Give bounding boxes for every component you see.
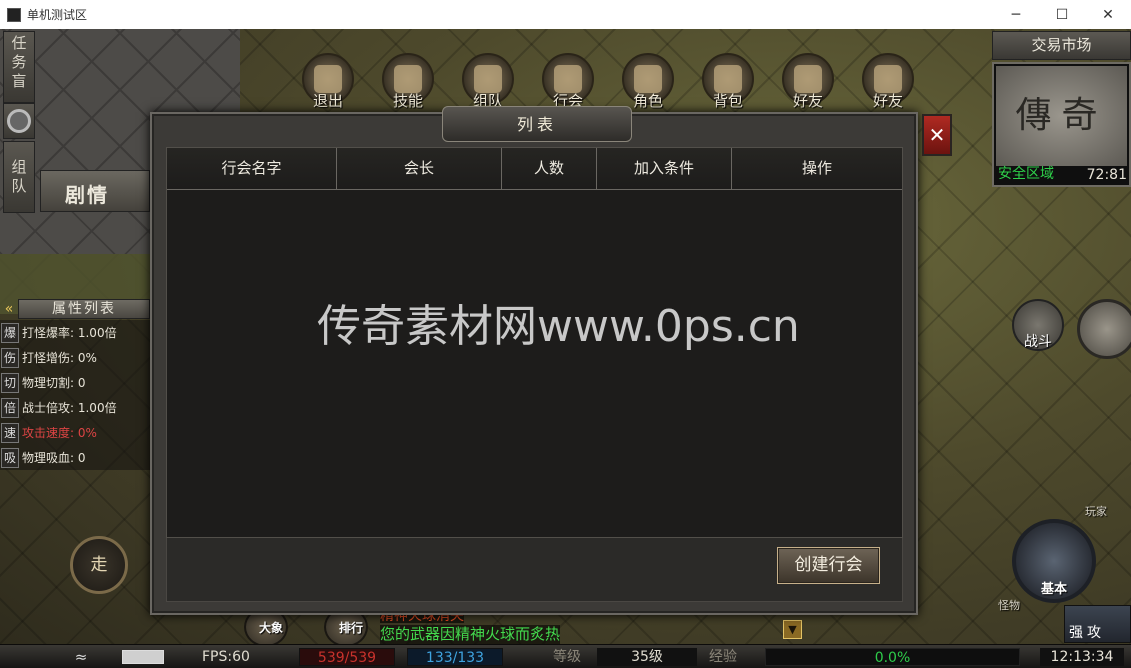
watermark: 传奇素材网www.0ps.cn [317,301,800,352]
attribute-row: 伤 打怪增伤: 0% [0,345,150,370]
menu-label-bag: 背包 [712,92,743,110]
walk-button[interactable]: 走 [70,536,128,594]
gear-icon [7,109,31,133]
wifi-icon: ≈ [74,648,88,666]
create-guild-button[interactable]: 创建行会 [777,547,880,584]
chat-toggle-button[interactable]: ▼ [783,620,802,639]
team-tab-label: 组队 [11,158,27,195]
attribute-row: 切 物理切割: 0 [0,370,150,395]
chat-line-info: 您的武器因精神火球而炙热 [380,625,561,644]
attribute-text: 物理切割: 0 [22,376,86,390]
basic-attack-label: 基本 [1040,582,1067,597]
mp-bar: 133/133 [407,648,503,666]
exp-bar: 0.0% [765,648,1020,666]
attribute-row: 爆 打怪爆率: 1.00倍 [0,320,150,345]
attribute-key: 吸 [1,447,19,468]
attribute-row: 倍 战士倍攻: 1.00倍 [0,395,150,420]
column-action: 操作 [801,159,832,177]
maximize-button[interactable]: ☐ [1039,0,1085,29]
attribute-text: 打怪增伤: 0% [22,351,97,365]
fight-mode-label: 战斗 [1024,334,1052,350]
task-tab[interactable]: 任务盲 [3,31,35,103]
story-button[interactable]: 剧情 [40,170,150,212]
attribute-text: 攻击速度: 0% [22,426,97,440]
menu-label-skill: 技能 [392,92,423,110]
target-player-label[interactable]: 玩家 [1085,503,1107,519]
attribute-key: 速 [1,422,19,443]
dialog-footer: 创建行会 [166,538,903,602]
dialog-close-button[interactable]: ✕ [922,114,952,156]
window-controls: ─ ☐ ✕ [993,0,1131,29]
column-join-condition: 加入条件 [597,148,732,189]
skill-slot-2-label: 排行 [339,621,364,635]
target-monster-label[interactable]: 怪物 [998,597,1020,613]
minimize-button[interactable]: ─ [993,0,1039,29]
zone-label: 安全区域 [998,166,1054,182]
attribute-text: 物理吸血: 0 [22,451,86,465]
skill-slot-1-label: 大象 [259,621,284,635]
collapse-arrow-icon[interactable]: « [0,301,18,317]
minimap[interactable]: 傳奇 安全区域 72:81 [992,62,1131,187]
app-icon [7,7,21,22]
team-tab[interactable]: 组队 [3,141,35,213]
attribute-row: 速 攻击速度: 0% [0,420,150,445]
column-guild-name: 行会名字 [167,148,337,189]
fps-readout: FPS:60 [202,649,250,665]
task-tab-label: 任务盲 [11,34,27,90]
window-close-button[interactable]: ✕ [1085,0,1131,29]
attribute-key: 爆 [1,322,19,343]
market-button[interactable]: 交易市场 [992,31,1131,60]
dpad-icon[interactable] [1077,299,1131,359]
status-bar: ≈ FPS:60 539/539 133/133 等级 35级 经验 0.0% … [0,644,1131,668]
attribute-key: 伤 [1,347,19,368]
menu-label-friend-1: 好友 [792,92,823,110]
dialog-titlebar: 列表 [442,106,632,142]
coordinates: 72:81 [1086,167,1127,183]
strong-attack-button[interactable]: 强攻 [1064,605,1131,643]
table-body [167,190,902,537]
attribute-panel: « 属性列表 爆 打怪爆率: 1.00倍 伤 打怪增伤: 0% 切 物理切割: … [0,298,150,470]
window-titlebar: 单机测试区 ─ ☐ ✕ [0,0,1131,29]
attribute-header: « 属性列表 [0,298,150,320]
window-title: 单机测试区 [27,8,88,22]
attribute-text: 战士倍攻: 1.00倍 [22,401,117,415]
battery-icon [122,650,164,664]
attribute-text: 打怪爆率: 1.00倍 [22,326,117,340]
guild-list-dialog: 列表 ✕ 行会名字 会长 人数 加入条件 操作 创建行会 [150,106,952,615]
column-leader: 会长 [337,148,502,189]
attribute-title: 属性列表 [18,299,150,319]
table-header: 行会名字 会长 人数 加入条件 操作 [167,148,902,190]
level-label: 等级 [553,649,581,665]
clock: 12:13:34 [1040,648,1124,666]
menu-label-exit: 退出 [312,92,343,110]
attribute-key: 倍 [1,397,19,418]
settings-tab[interactable] [3,103,35,139]
level-value: 35级 [597,648,697,666]
dialog-title: 列表 [516,115,557,134]
attribute-row: 吸 物理吸血: 0 [0,445,150,470]
hp-bar: 539/539 [299,648,395,666]
menu-label-friend-2: 好友 [872,92,903,110]
exp-label: 经验 [709,649,737,665]
column-member-count: 人数 [502,148,597,189]
attribute-key: 切 [1,372,19,393]
minimap-image: 傳奇 [996,66,1127,166]
